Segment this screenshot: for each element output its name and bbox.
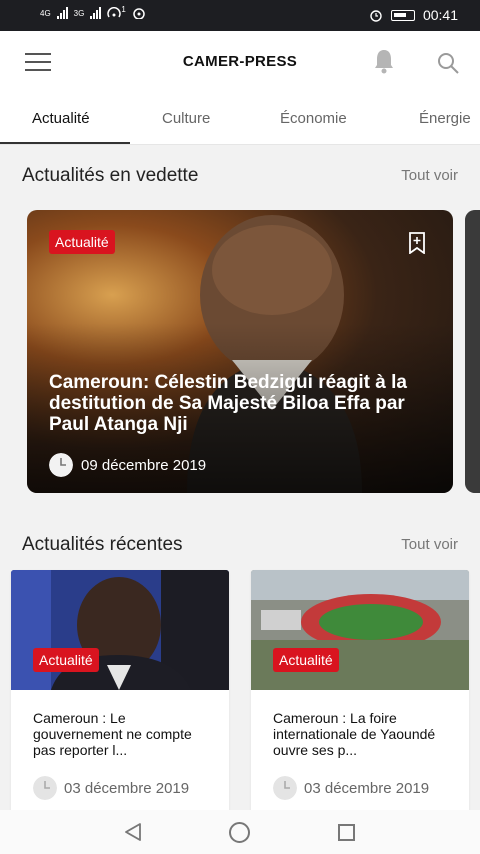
hotspot-count: 1	[121, 4, 126, 14]
recent-article-card-2[interactable]: Actualité Cameroun : La foire internatio…	[251, 570, 469, 820]
featured-article-card[interactable]: Actualité Cameroun: Célestin Bedzigui ré…	[27, 210, 453, 493]
tab-actualite[interactable]: Actualité	[32, 110, 90, 127]
bookmark-add-icon[interactable]	[408, 232, 426, 254]
clock-icon	[273, 776, 297, 800]
recent-article-image-2	[251, 570, 469, 690]
featured-article-date: 09 décembre 2019	[81, 457, 207, 474]
featured-see-all-link[interactable]: Tout voir	[401, 167, 458, 184]
battery-icon	[390, 9, 415, 21]
status-bar: 4G 3G 1 00:41	[0, 0, 480, 31]
status-left: 4G 3G 1	[40, 4, 146, 19]
next-featured-card-peek[interactable]	[465, 210, 480, 493]
recent-article-card-1[interactable]: Actualité Cameroun : Le gouvernement ne …	[11, 570, 229, 820]
recent-article-date-1: 03 décembre 2019	[64, 780, 190, 797]
system-nav-bar	[0, 810, 480, 854]
recent-article-title-2[interactable]: Cameroun : La foire internationale de Ya…	[273, 710, 453, 758]
signal-icon	[56, 7, 68, 19]
app-title: CAMER-PRESS	[182, 53, 298, 70]
clock-time: 00:41	[422, 7, 458, 23]
recent-category-badge-2: Actualité	[273, 648, 339, 672]
home-icon[interactable]	[229, 822, 250, 843]
status-right: 00:41	[369, 7, 458, 23]
back-icon[interactable]	[123, 822, 143, 842]
signal-icon-2	[90, 7, 102, 19]
alarm-icon	[370, 10, 382, 22]
tab-energie[interactable]: Énergie	[419, 110, 471, 127]
clock-icon	[33, 776, 57, 800]
network-3g-label: 3G	[73, 8, 85, 18]
wifi-icon	[133, 8, 145, 19]
active-tab-indicator	[0, 142, 130, 144]
featured-section-title: Actualités en vedette	[22, 165, 199, 186]
recent-article-date-2: 03 décembre 2019	[304, 780, 430, 797]
recent-section-title: Actualités récentes	[22, 534, 183, 555]
category-tabs: Actualité Culture Économie Énergie	[0, 93, 480, 145]
recent-article-title-1[interactable]: Cameroun : Le gouvernement ne compte pas…	[33, 710, 213, 758]
network-4g-label: 4G	[40, 8, 51, 18]
tab-economie[interactable]: Économie	[280, 110, 347, 127]
featured-category-badge: Actualité	[49, 230, 115, 254]
search-icon[interactable]	[436, 51, 460, 75]
recent-article-image-1	[11, 570, 229, 690]
hotspot-icon	[107, 7, 122, 18]
bell-icon[interactable]	[372, 48, 396, 74]
recent-see-all-link[interactable]: Tout voir	[401, 536, 458, 553]
clock-icon	[49, 453, 73, 477]
featured-article-title[interactable]: Cameroun: Célestin Bedzigui réagit à la …	[49, 372, 444, 435]
recent-category-badge-1: Actualité	[33, 648, 99, 672]
tab-culture[interactable]: Culture	[162, 110, 210, 127]
app-bar: CAMER-PRESS	[0, 31, 480, 93]
recent-apps-icon[interactable]	[338, 824, 355, 841]
